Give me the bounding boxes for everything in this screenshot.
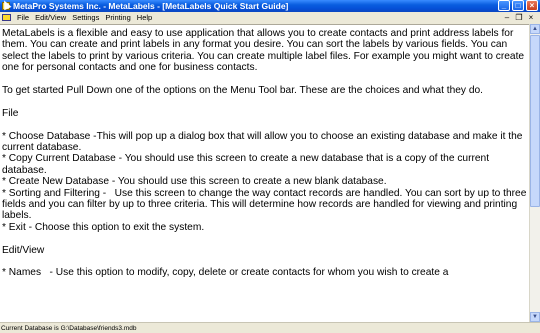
text-paragraph: * Create New Database - You should use t… (2, 176, 387, 188)
text-paragraph: File (2, 107, 19, 119)
quick-start-guide-text[interactable]: MetaLabels is a flexible and easy to use… (0, 24, 529, 322)
window-title: MetaPro Systems Inc. - MetaLabels - [Met… (13, 1, 289, 11)
scroll-thumb[interactable] (530, 35, 540, 207)
doc-close-button[interactable]: × (526, 12, 536, 24)
text-paragraph: * Names - Use this option to modify, cop… (2, 267, 449, 279)
close-button[interactable]: × (526, 0, 538, 11)
menu-help[interactable]: Help (134, 12, 155, 24)
scroll-up-arrow-icon[interactable]: ▲ (530, 24, 540, 34)
text-paragraph: Edit/View (2, 244, 45, 256)
menu-bar: File Edit/View Settings Printing Help – … (0, 12, 540, 24)
menu-settings[interactable]: Settings (69, 12, 102, 24)
text-paragraph: To get started Pull Down one of the opti… (2, 85, 484, 97)
text-paragraph: * Copy Current Database - You should use… (2, 153, 492, 176)
scroll-down-arrow-icon[interactable]: ▼ (530, 312, 540, 322)
menu-file[interactable]: File (14, 12, 32, 24)
document-body: MetaLabels is a flexible and easy to use… (0, 25, 529, 279)
menu-edit-view[interactable]: Edit/View (32, 12, 69, 24)
maximize-button[interactable]: □ (512, 0, 524, 11)
menu-printing[interactable]: Printing (102, 12, 133, 24)
text-paragraph: * Sorting and Filtering - Use this scree… (2, 187, 529, 222)
vertical-scrollbar[interactable]: ▲ ▼ (529, 24, 540, 322)
doc-restore-button[interactable]: ❐ (514, 12, 524, 24)
minimize-button[interactable]: _ (498, 0, 510, 11)
document-icon[interactable] (2, 14, 11, 21)
window-controls: _ □ × (498, 0, 538, 12)
doc-minimize-button[interactable]: – (502, 12, 512, 24)
text-paragraph: * Exit - Choose this option to exit the … (2, 221, 205, 233)
text-paragraph: * Choose Database -This will pop up a di… (2, 130, 526, 154)
document-window-controls: – ❐ × (502, 12, 536, 24)
title-bar[interactable]: MetaPro Systems Inc. - MetaLabels - [Met… (0, 0, 540, 12)
text-paragraph: MetaLabels is a flexible and easy to use… (2, 28, 527, 74)
status-bar: Current Database is G:\Database\friends3… (0, 322, 540, 333)
status-text: Current Database is G:\Database\friends3… (1, 325, 137, 332)
menu-items: File Edit/View Settings Printing Help (14, 12, 155, 24)
